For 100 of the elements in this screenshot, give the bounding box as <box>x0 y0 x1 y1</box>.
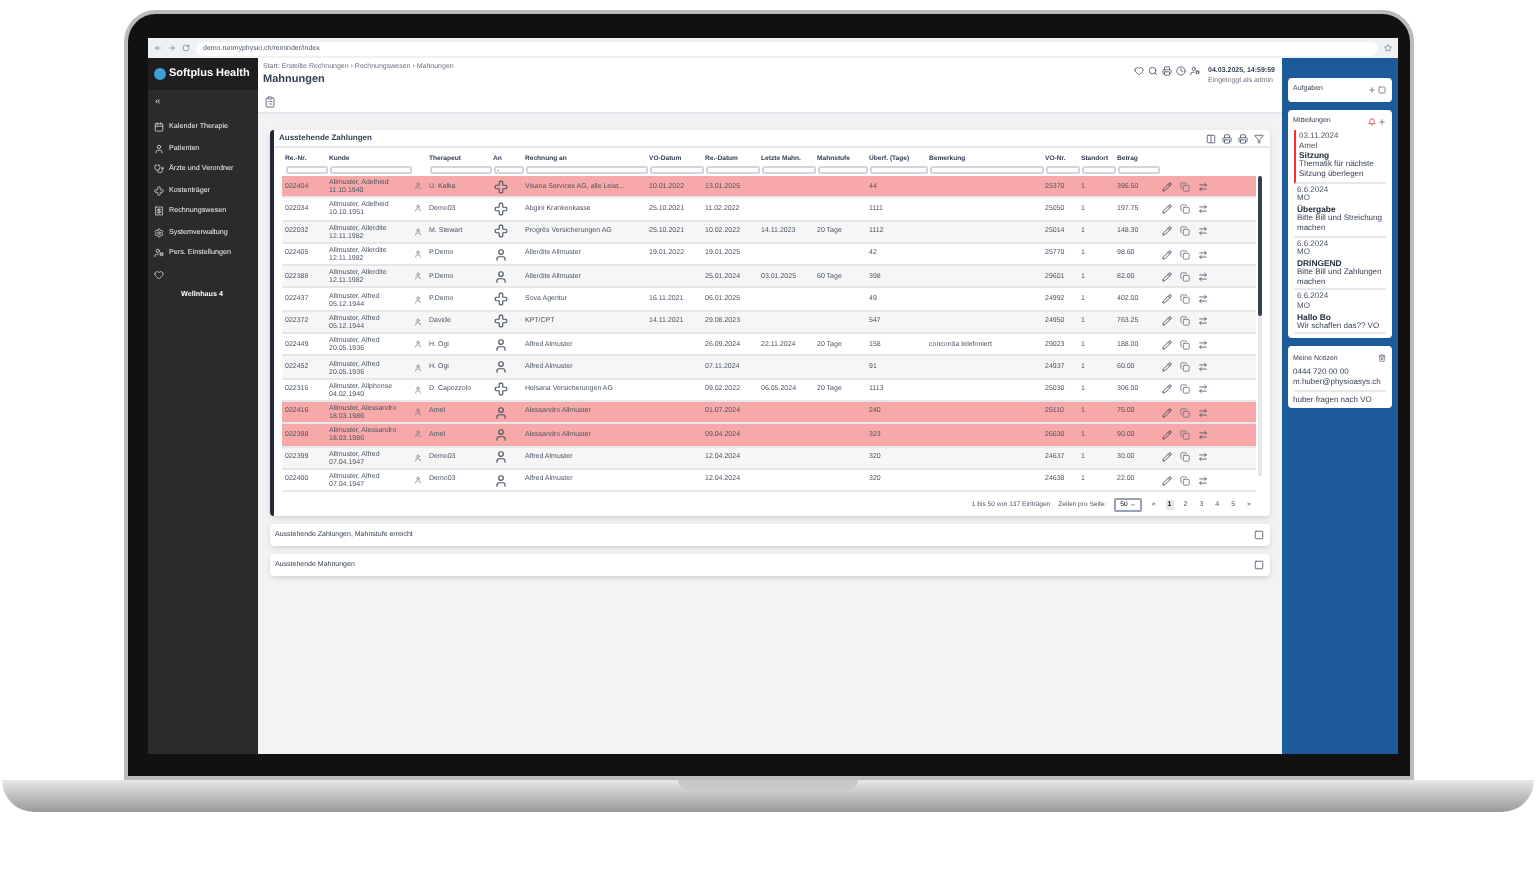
receipt-icon <box>153 206 163 217</box>
transfer-icon[interactable] <box>1197 407 1207 418</box>
toolbar-icon[interactable] <box>1148 66 1159 76</box>
person-icon <box>413 363 421 372</box>
toolbar-icon[interactable] <box>1176 66 1187 76</box>
edit-icon[interactable] <box>1161 362 1171 373</box>
copy-icon[interactable] <box>1179 226 1189 237</box>
toolbar-icon[interactable] <box>1190 66 1201 76</box>
add-icon[interactable] <box>1377 118 1385 126</box>
edit-icon[interactable] <box>1161 181 1171 192</box>
person-icon <box>413 476 421 484</box>
person-icon <box>413 340 421 349</box>
filter-field[interactable] <box>1045 166 1079 174</box>
person-icon <box>413 430 421 439</box>
alert-icon <box>1367 118 1375 126</box>
person-icon <box>413 408 421 417</box>
person-icon <box>413 182 421 191</box>
copy-icon[interactable] <box>1179 452 1189 463</box>
person-icon <box>413 250 421 259</box>
transfer-icon[interactable] <box>1197 475 1207 485</box>
filter-field[interactable] <box>761 166 815 174</box>
person-icon <box>413 453 421 462</box>
transfer-icon[interactable] <box>1197 429 1207 440</box>
person-icon <box>413 385 421 394</box>
card-tool-icon[interactable] <box>1205 133 1215 143</box>
logo-icon <box>153 68 165 80</box>
edit-icon[interactable] <box>1161 407 1171 418</box>
filter-field[interactable] <box>285 166 327 174</box>
transfer-icon[interactable] <box>1197 316 1207 327</box>
filter-field[interactable] <box>817 166 867 174</box>
copy-icon[interactable] <box>1179 181 1189 192</box>
delete-icon[interactable] <box>1377 354 1385 363</box>
transfer-icon[interactable] <box>1197 271 1207 282</box>
edit-icon[interactable] <box>1161 475 1171 485</box>
copy-icon[interactable] <box>1179 271 1189 282</box>
copy-icon[interactable] <box>1179 203 1189 214</box>
edit-icon[interactable] <box>1161 249 1171 260</box>
person-icon <box>413 272 421 281</box>
filter-field[interactable] <box>869 166 927 174</box>
edit-icon[interactable] <box>1161 203 1171 214</box>
add-icon[interactable] <box>1367 86 1375 94</box>
transfer-icon[interactable] <box>1197 181 1207 192</box>
expand-icon[interactable] <box>1253 530 1263 541</box>
filter-field[interactable] <box>929 166 1043 174</box>
edit-icon[interactable] <box>1161 316 1171 327</box>
filter-field[interactable] <box>329 166 411 174</box>
edit-icon[interactable] <box>1161 429 1171 440</box>
person-icon <box>413 295 421 304</box>
transfer-icon[interactable] <box>1197 249 1207 260</box>
edit-icon[interactable] <box>1161 339 1171 350</box>
toolbar-icon[interactable] <box>1162 66 1173 76</box>
person-icon <box>413 227 421 236</box>
copy-icon[interactable] <box>1179 407 1189 418</box>
filter-field[interactable] <box>525 166 647 174</box>
transfer-icon[interactable] <box>1197 362 1207 373</box>
copy-icon[interactable] <box>1179 294 1189 305</box>
card-tool-icon[interactable] <box>1237 133 1247 143</box>
scrollbar[interactable] <box>1257 176 1261 476</box>
edit-icon[interactable] <box>1161 226 1171 237</box>
expand-icon[interactable] <box>1377 86 1385 94</box>
expand-icon[interactable] <box>1253 560 1263 571</box>
user-gear-icon <box>153 248 163 259</box>
calendar-icon <box>153 122 163 133</box>
copy-icon[interactable] <box>1179 249 1189 260</box>
copy-icon[interactable] <box>1179 384 1189 395</box>
reload-icon[interactable] <box>181 44 189 52</box>
copy-icon[interactable] <box>1179 362 1189 373</box>
edit-icon[interactable] <box>1161 294 1171 305</box>
heart-icon[interactable] <box>153 270 163 280</box>
edit-icon[interactable] <box>1161 271 1171 282</box>
filter-field[interactable] <box>429 166 491 174</box>
person-icon <box>413 204 421 213</box>
back-icon[interactable] <box>153 44 161 52</box>
transfer-icon[interactable] <box>1197 203 1207 214</box>
filter-field[interactable] <box>1117 166 1159 174</box>
transfer-icon[interactable] <box>1197 384 1207 395</box>
filter-field[interactable] <box>1081 166 1115 174</box>
cross-icon <box>153 185 163 196</box>
copy-icon[interactable] <box>1179 339 1189 350</box>
copy-icon[interactable] <box>1179 475 1189 485</box>
copy-icon[interactable] <box>1179 429 1189 440</box>
toolbar-icon[interactable] <box>1134 66 1145 76</box>
filter-field[interactable] <box>649 166 703 174</box>
stethoscope-icon <box>153 164 163 175</box>
person-icon <box>153 143 163 154</box>
transfer-icon[interactable] <box>1197 294 1207 305</box>
gear-icon <box>153 227 163 238</box>
clipboard-icon[interactable] <box>263 95 275 107</box>
card-tool-icon[interactable] <box>1253 133 1263 143</box>
transfer-icon[interactable] <box>1197 226 1207 237</box>
filter-field[interactable] <box>705 166 759 174</box>
edit-icon[interactable] <box>1161 384 1171 395</box>
star-icon[interactable] <box>1383 44 1391 52</box>
copy-icon[interactable] <box>1179 316 1189 327</box>
person-icon <box>413 317 421 326</box>
forward-icon[interactable] <box>167 44 175 52</box>
edit-icon[interactable] <box>1161 452 1171 463</box>
transfer-icon[interactable] <box>1197 339 1207 350</box>
card-tool-icon[interactable] <box>1221 133 1231 143</box>
transfer-icon[interactable] <box>1197 452 1207 463</box>
